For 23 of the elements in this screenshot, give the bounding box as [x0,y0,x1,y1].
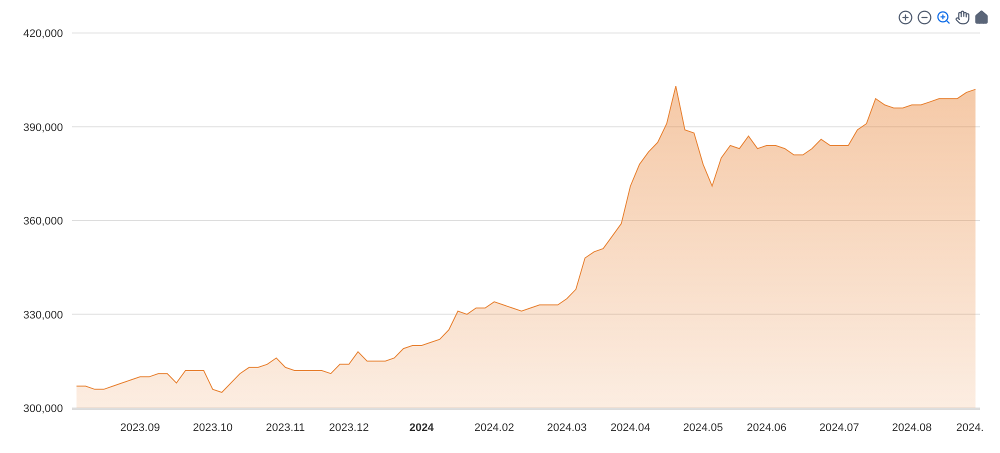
x-axis-label: 2023.11 [266,422,305,434]
y-axis-label: 300,000 [23,403,63,415]
x-axis-label: 2024.03 [546,422,587,434]
y-axis-label: 330,000 [23,309,63,322]
x-axis-label: 2024.08 [892,422,932,434]
x-axis-label: 2023.10 [192,422,233,434]
hand-icon[interactable] [954,9,971,26]
y-axis-label: 390,000 [23,122,63,134]
y-axis-label: 360,000 [23,216,63,228]
x-axis-label: 2024.02 [474,422,514,434]
x-axis-label: 2024.07 [819,422,860,434]
x-axis-label: 2024 [409,422,434,434]
home-icon[interactable] [973,9,990,26]
x-axis-label: 2024.05 [683,422,723,434]
x-axis-label: 2024.04 [610,422,650,434]
minus-circle-icon[interactable] [916,9,933,26]
x-axis-label: 2023.09 [120,422,160,434]
plus-circle-icon[interactable] [897,9,914,26]
x-axis-label: 2024. [956,422,984,434]
zoom-in-icon[interactable] [935,9,952,26]
x-axis-label: 2023.12 [329,422,369,434]
y-axis-label: 420,000 [23,28,63,40]
x-axis-label: 2024.06 [746,422,786,434]
